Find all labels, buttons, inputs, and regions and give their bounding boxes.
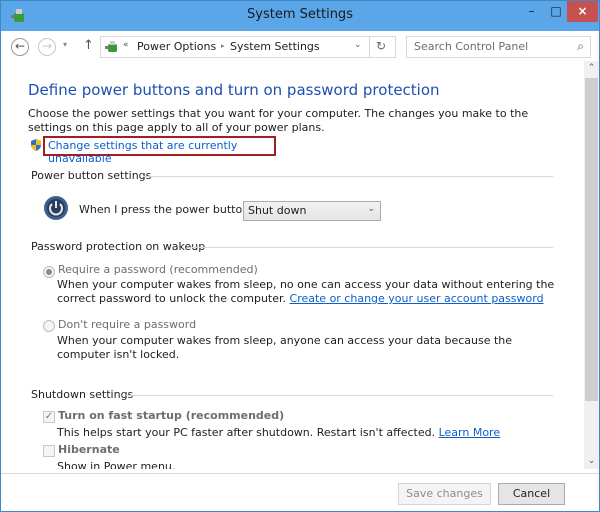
- hibernate-description: Show in Power menu.: [57, 460, 176, 469]
- create-change-password-link[interactable]: Create or change your user account passw…: [290, 292, 544, 305]
- recent-locations-icon[interactable]: ▾: [63, 40, 67, 49]
- power-button-settings-label: Power button settings: [31, 169, 152, 182]
- uac-shield-icon: [31, 139, 41, 151]
- section-divider: [143, 176, 553, 177]
- cancel-button[interactable]: Cancel: [498, 483, 565, 505]
- title-bar: System Settings – □ ×: [1, 1, 599, 31]
- address-dropdown-icon[interactable]: ⌄: [354, 40, 362, 50]
- window-title: System Settings: [247, 7, 353, 22]
- fast-startup-label: Turn on fast startup (recommended): [58, 409, 285, 422]
- learn-more-link[interactable]: Learn More: [439, 426, 501, 439]
- power-options-icon: [105, 41, 117, 52]
- hibernate-checkbox[interactable]: [43, 445, 55, 457]
- minimize-button[interactable]: –: [518, 1, 545, 22]
- breadcrumb-overflow-icon[interactable]: «: [123, 40, 129, 50]
- address-divider: [369, 37, 370, 57]
- search-box[interactable]: Search Control Panel ⌕: [406, 36, 591, 58]
- selected-value: Shut down: [248, 204, 307, 217]
- power-button-icon: [44, 196, 68, 220]
- dont-require-password-description: When your computer wakes from sleep, any…: [57, 334, 513, 361]
- require-password-radio[interactable]: [43, 266, 55, 278]
- vertical-scrollbar[interactable]: ⌃ ⌄: [584, 61, 599, 469]
- forward-button[interactable]: →: [38, 38, 56, 56]
- power-button-action-select[interactable]: Shut down ⌄: [243, 201, 381, 221]
- require-password-label: Require a password (recommended): [58, 263, 258, 276]
- fast-startup-checkbox[interactable]: ✓: [43, 411, 55, 423]
- maximize-button[interactable]: □: [545, 1, 567, 22]
- close-button[interactable]: ×: [567, 1, 598, 22]
- refresh-icon[interactable]: ↻: [376, 39, 386, 53]
- page-heading: Define power buttons and turn on passwor…: [28, 81, 440, 99]
- scroll-down-icon[interactable]: ⌄: [584, 454, 599, 469]
- search-icon[interactable]: ⌕: [577, 39, 584, 54]
- scrollbar-thumb[interactable]: [585, 78, 598, 401]
- navigation-bar: ← → ▾ ↑ « Power Options ▸ System Setting…: [1, 31, 599, 61]
- hibernate-label: Hibernate: [58, 443, 120, 456]
- dont-require-password-label: Don't require a password: [58, 318, 197, 331]
- search-input[interactable]: Search Control Panel: [414, 40, 528, 53]
- back-button[interactable]: ←: [11, 38, 29, 56]
- description-text: This helps start your PC faster after sh…: [57, 426, 436, 439]
- breadcrumb-separator-icon[interactable]: ▸: [221, 42, 225, 50]
- up-level-button[interactable]: ↑: [83, 38, 94, 53]
- change-unavailable-settings-link[interactable]: Change settings that are currently unava…: [43, 136, 276, 165]
- section-divider: [191, 247, 553, 248]
- save-changes-button[interactable]: Save changes: [398, 483, 491, 505]
- require-password-description: When your computer wakes from sleep, no …: [57, 278, 567, 306]
- settings-content: Define power buttons and turn on passwor…: [1, 61, 584, 469]
- dont-require-password-radio[interactable]: [43, 320, 55, 332]
- power-button-action-label: When I press the power button:: [79, 203, 253, 216]
- shutdown-settings-label: Shutdown settings: [31, 388, 134, 401]
- address-bar[interactable]: « Power Options ▸ System Settings ⌄ ↻: [100, 36, 396, 58]
- password-protection-label: Password protection on wakeup: [31, 240, 206, 253]
- intro-text: Choose the power settings that you want …: [28, 107, 529, 134]
- breadcrumb-system-settings[interactable]: System Settings: [230, 40, 320, 53]
- section-divider: [126, 395, 553, 396]
- breadcrumb-power-options[interactable]: Power Options: [137, 40, 216, 53]
- system-settings-window: System Settings – □ × ← → ▾ ↑ « Power Op…: [0, 0, 600, 512]
- footer: Save changes Cancel: [1, 473, 599, 511]
- scroll-up-icon[interactable]: ⌃: [584, 61, 599, 76]
- chevron-down-icon: ⌄: [367, 204, 375, 214]
- fast-startup-description: This helps start your PC faster after sh…: [57, 426, 567, 440]
